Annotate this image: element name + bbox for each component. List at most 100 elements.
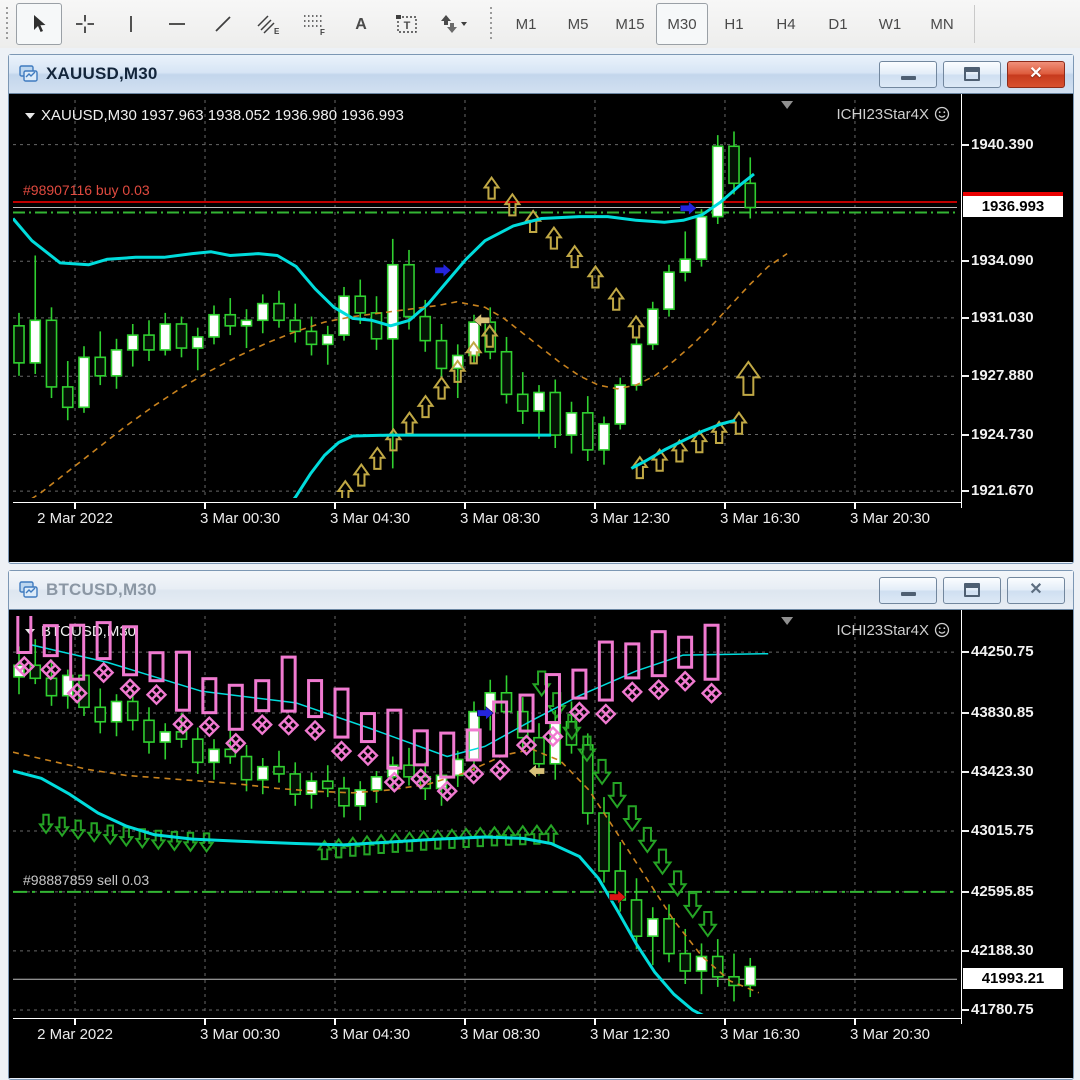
price-tick <box>961 830 969 833</box>
time-axis-label: 3 Mar 04:30 <box>329 510 411 527</box>
price-axis-label: 1931.030 <box>971 308 1034 326</box>
time-tick <box>204 1019 206 1025</box>
restore-icon <box>964 583 980 597</box>
timeframe-button-d1[interactable]: D1 <box>812 3 864 45</box>
svg-text:XAUUSD,M30 1937.963 1938.052: XAUUSD,M30 1937.963 1938.052 1936.980 19… <box>41 107 404 124</box>
trade-marker <box>528 763 545 779</box>
axis-separator-horizontal <box>13 1018 961 1019</box>
vertical-line-icon <box>130 16 132 32</box>
restore-button[interactable] <box>943 60 1001 88</box>
chart-shift-marker[interactable] <box>781 617 794 625</box>
equidistant-channel-icon: E <box>257 15 280 36</box>
signal-arrows-up <box>316 823 560 861</box>
window-titlebar[interactable]: BTCUSD,M30 ✕ <box>9 571 1073 609</box>
time-axis-label: 2 Mar 2022 <box>37 1026 113 1043</box>
time-tick <box>333 503 336 509</box>
time-axis-label: 3 Mar 20:30 <box>849 1026 930 1043</box>
smiley-icon <box>934 106 950 122</box>
price-axis-label: 44250.75 <box>971 643 1034 661</box>
time-tick <box>593 503 596 509</box>
text-tool-button[interactable]: A <box>338 3 384 45</box>
arrows-tool-button[interactable] <box>430 3 476 45</box>
text-label-icon: T <box>396 15 417 33</box>
minimize-button[interactable] <box>879 576 937 604</box>
time-axis-label: 3 Mar 16:30 <box>719 510 800 527</box>
horizontal-line-icon <box>169 23 185 25</box>
trade-marker <box>434 263 452 278</box>
price-tick <box>961 949 969 952</box>
minimize-icon <box>900 592 916 596</box>
timeframe-button-h4[interactable]: H4 <box>760 3 812 45</box>
order-label: #98907116 buy 0.03 <box>23 181 150 198</box>
time-axis-label: 3 Mar 04:30 <box>329 1026 411 1043</box>
vertical-line-tool-button[interactable] <box>108 3 154 45</box>
chart-icon <box>19 65 38 82</box>
price-axis-label: 41780.75 <box>971 1000 1034 1018</box>
axis-separator-vertical <box>961 94 962 508</box>
price-axis-label: 1927.880 <box>971 367 1034 385</box>
chart-window-btcusd: BTCUSD,M30 ✕ BTCUSD,M30 ICHI23Star4X 44250… <box>8 570 1074 1080</box>
price-tick <box>961 375 969 378</box>
equidistant-channel-tool-button[interactable]: E <box>246 3 292 45</box>
time-axis-label: 3 Mar 12:30 <box>589 1026 671 1043</box>
svg-text:F: F <box>320 28 325 36</box>
timeframe-button-m1[interactable]: M1 <box>500 3 552 45</box>
price-axis-label: 1934.090 <box>971 252 1034 270</box>
price-axis-label: 1921.670 <box>971 482 1034 500</box>
price-plot[interactable]: BTCUSD,M30 ICHI23Star4X <box>13 616 957 1014</box>
text-label-tool-button[interactable]: T <box>384 3 430 45</box>
chart-canvas-btcusd[interactable]: BTCUSD,M30 ICHI23Star4X 44250.75 43830.85 43… <box>9 609 1073 1078</box>
time-tick <box>463 1019 466 1025</box>
timeframe-button-h1[interactable]: H1 <box>708 3 760 45</box>
window-title: XAUUSD,M30 <box>46 64 158 83</box>
timeframe-button-mn[interactable]: MN <box>916 3 968 45</box>
trendline-tool-button[interactable] <box>200 3 246 45</box>
price-tick <box>961 651 969 654</box>
time-axis-label: 3 Mar 16:30 <box>719 1026 800 1043</box>
close-button[interactable]: ✕ <box>1007 60 1065 88</box>
crosshair-tool-button[interactable] <box>62 3 108 45</box>
toolbar-drag-handle[interactable] <box>2 7 14 41</box>
price-axis-label: 1924.730 <box>971 425 1034 443</box>
time-axis-label: 3 Mar 08:30 <box>459 1026 541 1043</box>
window-titlebar[interactable]: XAUUSD,M30 ✕ <box>9 55 1073 93</box>
time-axis-label: 3 Mar 20:30 <box>849 510 930 527</box>
restore-button[interactable] <box>943 576 1001 604</box>
price-plot[interactable]: ICHI23Star4X XAUUSD,M30 1937.963 1938.052… <box>13 100 957 498</box>
price-tick <box>961 890 969 893</box>
bid-price-box: 1936.993 <box>963 196 1063 218</box>
timeframe-button-m15[interactable]: M15 <box>604 3 656 45</box>
chart-canvas-xauusd[interactable]: ICHI23Star4X XAUUSD,M30 1937.963 1938.052… <box>9 93 1073 562</box>
time-tick <box>74 1019 77 1025</box>
time-axis-label: 2 Mar 2022 <box>37 510 113 527</box>
time-axis-label: 3 Mar 08:30 <box>459 510 541 527</box>
crosshair-icon <box>76 15 94 33</box>
svg-text:A: A <box>355 16 367 33</box>
svg-text:T: T <box>404 20 411 32</box>
indicator-label: ICHI23Star4X <box>836 622 950 639</box>
smiley-icon <box>934 622 950 638</box>
timeframe-button-w1[interactable]: W1 <box>864 3 916 45</box>
fibonacci-tool-button[interactable]: F <box>292 3 338 45</box>
price-tick <box>961 490 969 493</box>
cursor-tool-button[interactable] <box>16 3 62 45</box>
time-tick <box>593 1019 596 1025</box>
timeframe-button-m30[interactable]: M30 <box>656 3 708 45</box>
svg-text:E: E <box>274 27 280 36</box>
bid-price-box: 41993.21 <box>963 968 1063 990</box>
price-axis-label: 43423.30 <box>971 762 1034 780</box>
price-tick <box>961 260 969 263</box>
minimize-button[interactable] <box>879 60 937 88</box>
svg-text:ICHI23Star4X: ICHI23Star4X <box>836 106 929 123</box>
time-tick <box>333 1019 336 1025</box>
chart-shift-marker[interactable] <box>781 101 794 109</box>
close-icon: ✕ <box>1029 65 1043 82</box>
ohlc-readout: XAUUSD,M30 1937.963 1938.052 1936.980 19… <box>25 107 404 124</box>
indicator-label: ICHI23Star4X <box>836 106 950 123</box>
top-toolbar: E F A T M1 M5 M15 M30 H1 H4 D1 W1 MN <box>0 0 1080 49</box>
horizontal-line-tool-button[interactable] <box>154 3 200 45</box>
timeframe-drag-handle[interactable] <box>486 7 498 41</box>
close-button[interactable]: ✕ <box>1007 576 1065 604</box>
timeframe-button-m5[interactable]: M5 <box>552 3 604 45</box>
time-tick <box>74 503 77 509</box>
